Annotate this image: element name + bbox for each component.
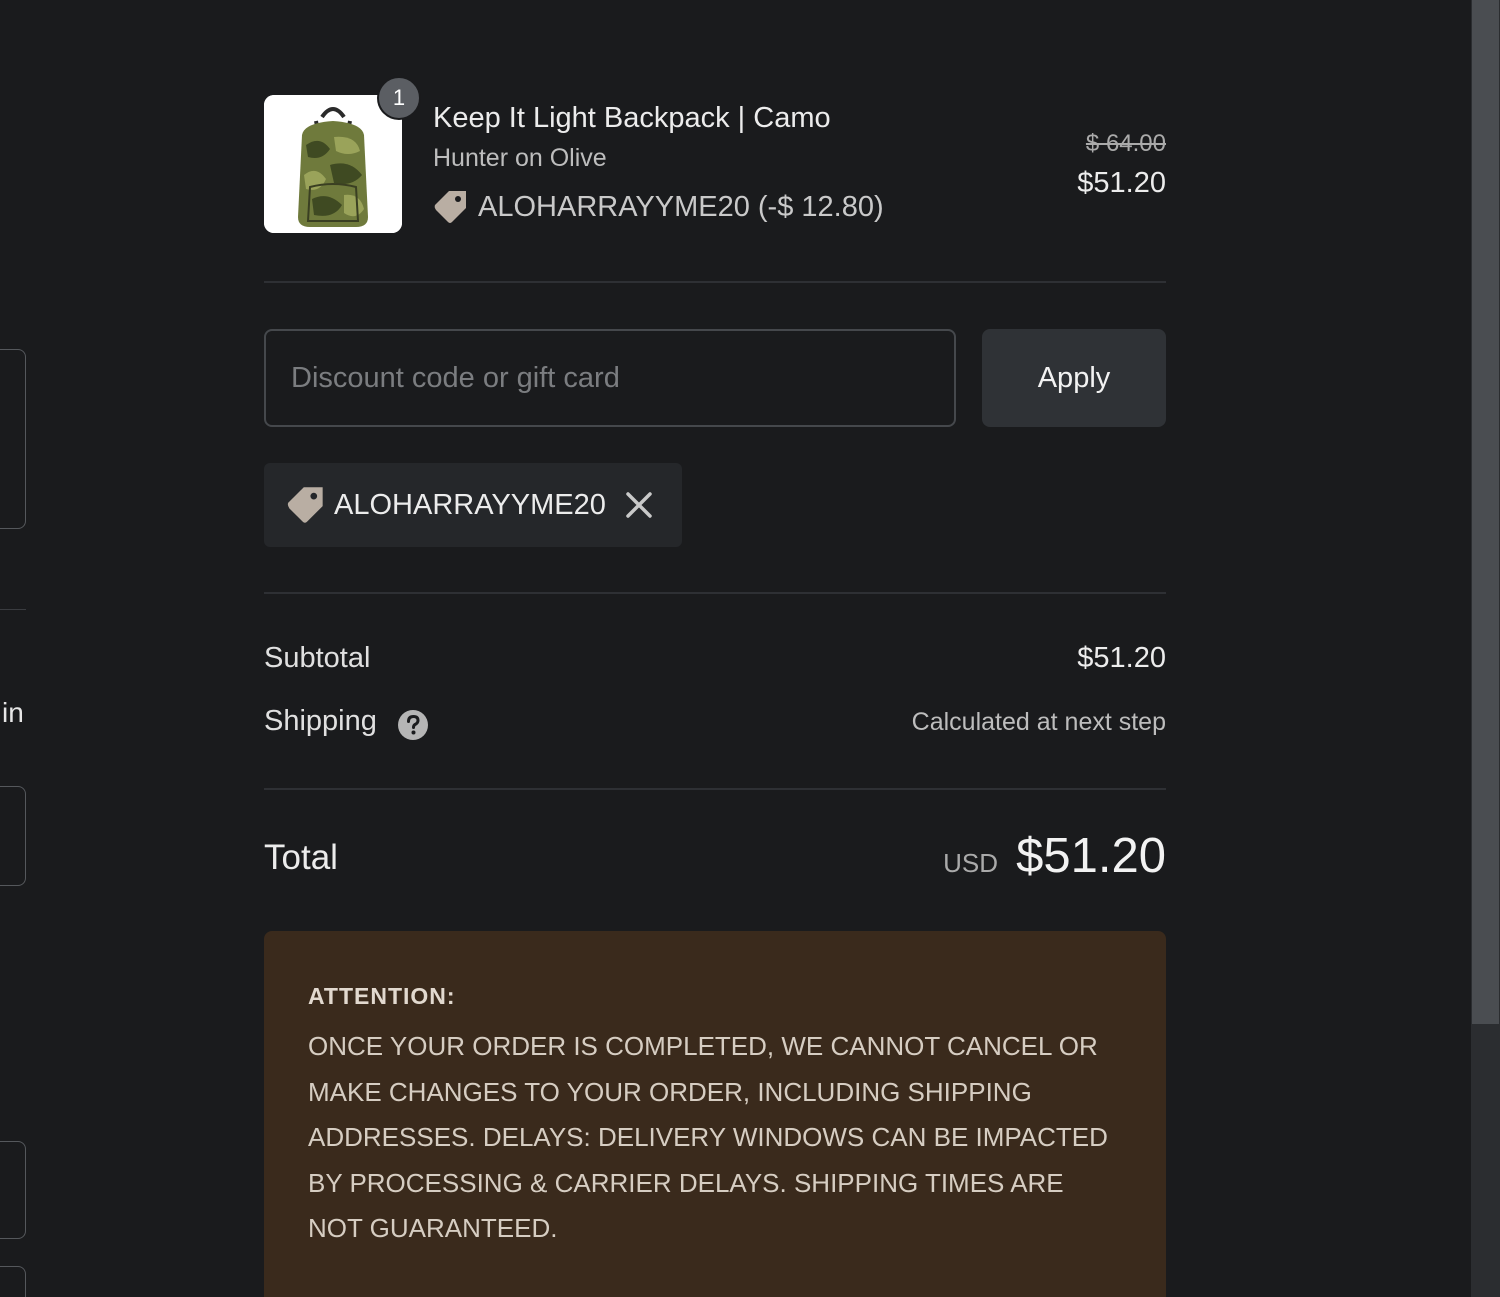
product-discount-text: ALOHARRAYYME20 (-$ 12.80): [478, 190, 884, 223]
quantity-badge: 1: [377, 76, 421, 120]
product-discount-line: ALOHARRAYYME20 (-$ 12.80): [433, 189, 884, 225]
left-input-partial[interactable]: [0, 786, 26, 886]
backpack-image: [264, 95, 402, 233]
order-summary-panel: in 1 Keep It Light Backpack | Camo Hunte…: [0, 0, 1500, 1297]
close-icon[interactable]: [624, 490, 654, 520]
divider: [264, 281, 1166, 283]
product-variant: Hunter on Olive: [433, 144, 607, 172]
attention-notice: ATTENTION: ONCE YOUR ORDER IS COMPLETED,…: [264, 931, 1166, 1297]
notice-title: ATTENTION:: [308, 983, 456, 1009]
question-circle-icon[interactable]: [397, 709, 429, 741]
original-price: $ 64.00: [1085, 130, 1166, 157]
divider: [264, 592, 1166, 594]
left-divider-partial: [0, 609, 26, 610]
left-partial-text: in: [2, 697, 24, 728]
tag-icon: [433, 189, 469, 225]
subtotal-value: $51.20: [1077, 642, 1166, 674]
tag-icon: [286, 485, 326, 525]
product-thumbnail: [264, 95, 402, 233]
shipping-label: Shipping: [264, 705, 377, 737]
product-name: Keep It Light Backpack | Camo: [433, 102, 831, 134]
applied-discount-code: ALOHARRAYYME20: [334, 488, 606, 521]
total-label: Total: [264, 838, 338, 877]
subtotal-label: Subtotal: [264, 642, 371, 674]
final-price: $51.20: [1077, 167, 1166, 199]
left-input-partial[interactable]: [0, 1266, 26, 1297]
divider: [264, 788, 1166, 790]
left-form-field-partial[interactable]: [0, 349, 26, 529]
apply-button[interactable]: Apply: [982, 329, 1166, 427]
discount-code-input[interactable]: [264, 329, 956, 427]
notice-body: ONCE YOUR ORDER IS COMPLETED, WE CANNOT …: [308, 1031, 1108, 1243]
total-currency: USD: [943, 848, 998, 878]
total-amount: $51.20: [1016, 829, 1166, 883]
shipping-value: Calculated at next step: [911, 708, 1166, 736]
left-input-partial[interactable]: [0, 1141, 26, 1239]
scrollbar-thumb[interactable]: [1472, 0, 1499, 1024]
applied-discount-chip: ALOHARRAYYME20: [264, 463, 682, 547]
